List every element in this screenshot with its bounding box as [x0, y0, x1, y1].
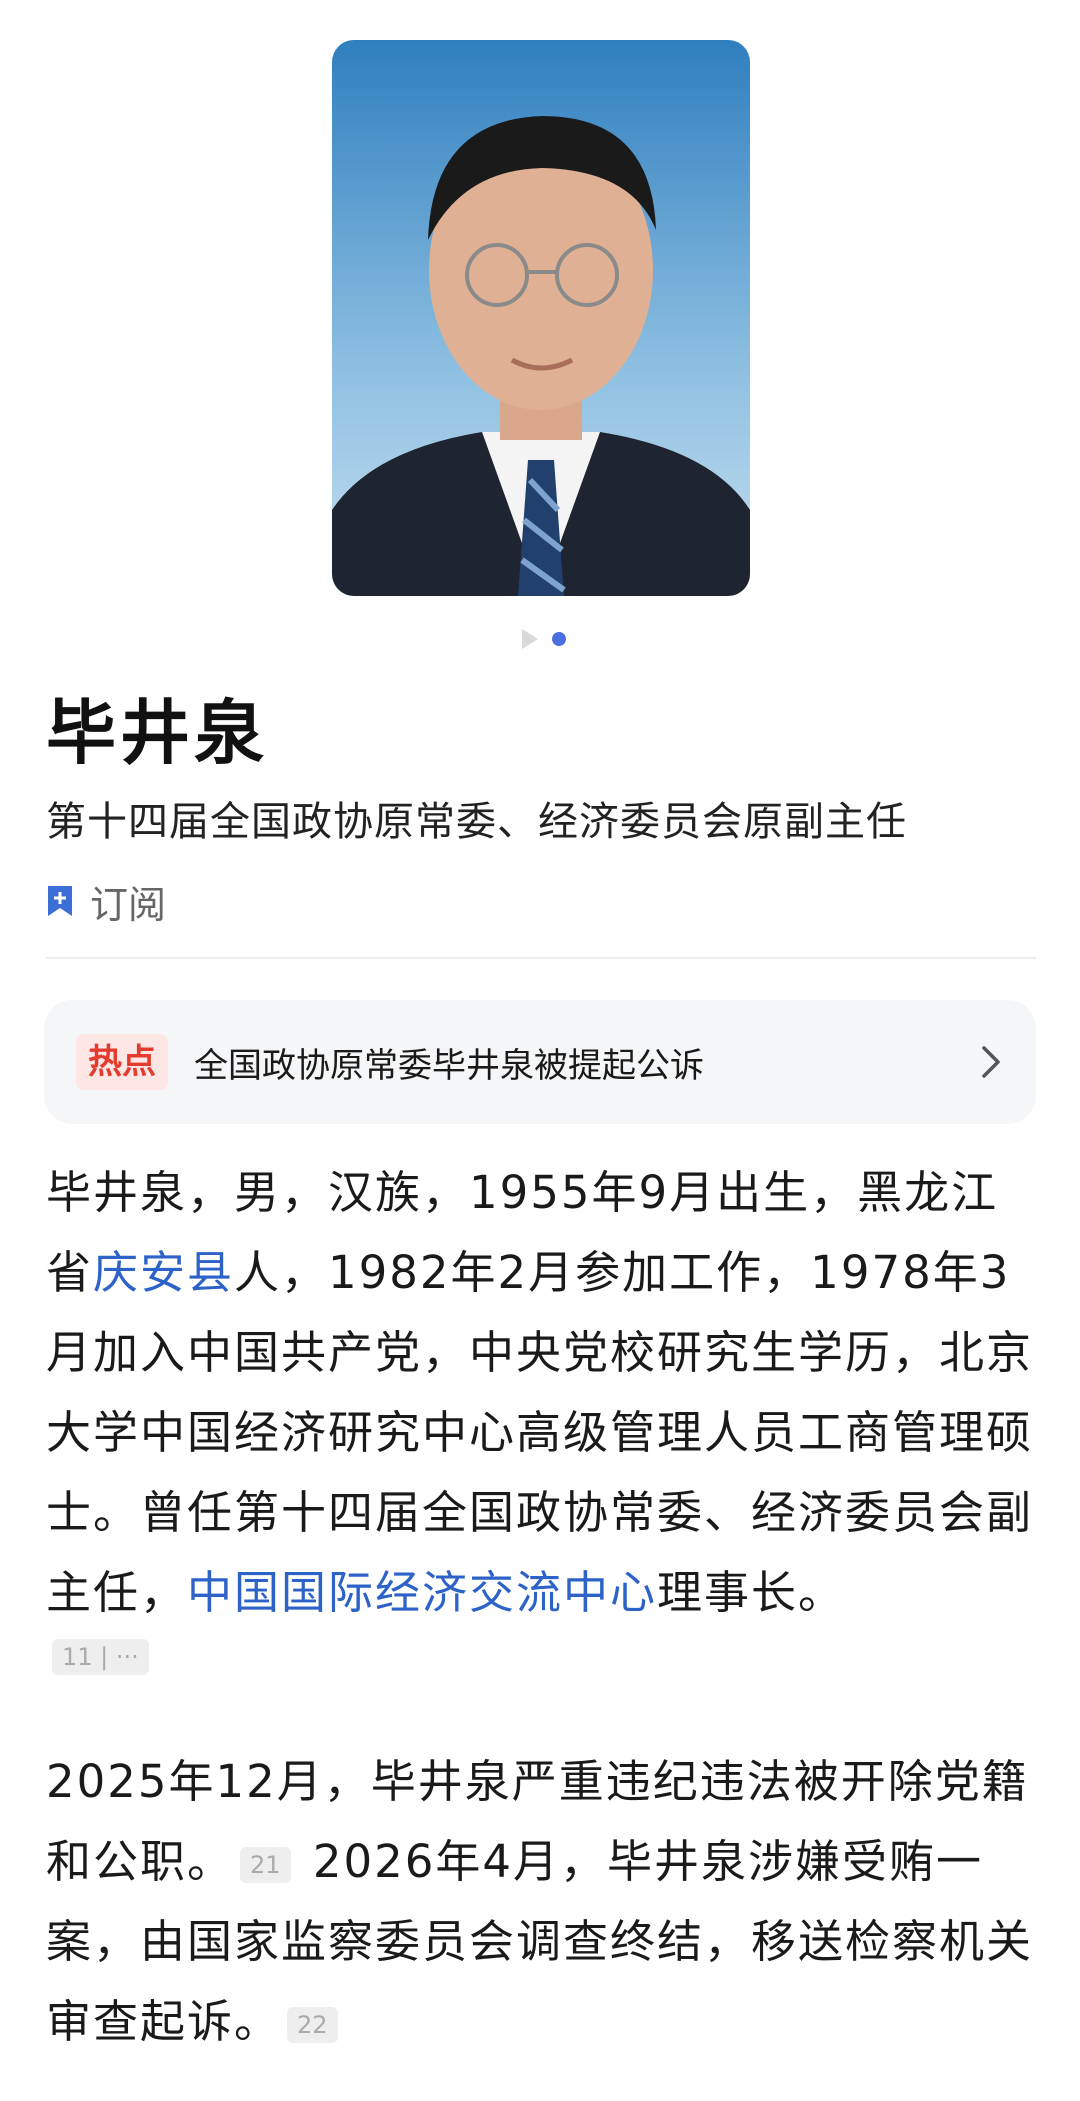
profile-photo[interactable] [332, 40, 750, 596]
hot-badge: 热点 [76, 1034, 168, 1090]
portrait-photo [332, 40, 750, 596]
bio-paragraph-2: 2025年12月，毕井泉严重违纪违法被开除党籍和公职。 21 2026年4月，毕井… [46, 1742, 1041, 2062]
hot-news-card[interactable]: 热点 全国政协原常委毕井泉被提起公诉 [44, 1000, 1036, 1124]
bio-text: 理事长。 [657, 1566, 846, 1619]
divider [46, 957, 1036, 959]
reference-badge[interactable]: 11 | ··· [52, 1639, 149, 1675]
reference-badge[interactable]: 21 [240, 1847, 291, 1883]
bio-paragraph-1: 毕井泉，男，汉族，1955年9月出生，黑龙江省庆安县人，1982年2月参加工作，… [46, 1153, 1041, 1685]
image-carousel-indicator[interactable] [0, 628, 1080, 650]
bookmark-add-icon [48, 886, 72, 916]
subscribe-button[interactable]: 订阅 [46, 876, 167, 927]
hot-news-title: 全国政协原常委毕井泉被提起公诉 [194, 1045, 704, 1086]
subscribe-label: 订阅 [90, 882, 167, 927]
reference-badge[interactable]: 22 [287, 2007, 338, 2043]
person-subtitle: 第十四届全国政协原常委、经济委员会原副主任 [46, 799, 907, 845]
link-qingan-county[interactable]: 庆安县 [93, 1246, 234, 1299]
person-name: 毕井泉 [46, 692, 268, 774]
carousel-dot-active[interactable] [552, 632, 566, 646]
play-icon[interactable] [522, 629, 538, 649]
link-cciee[interactable]: 中国国际经济交流中心 [187, 1566, 657, 1619]
bio-text: 人，1982年2月参加工作，1978年3月加入中国共产党，中央党校研究生学历，北… [46, 1246, 1034, 1619]
chevron-right-icon [982, 1046, 1000, 1078]
